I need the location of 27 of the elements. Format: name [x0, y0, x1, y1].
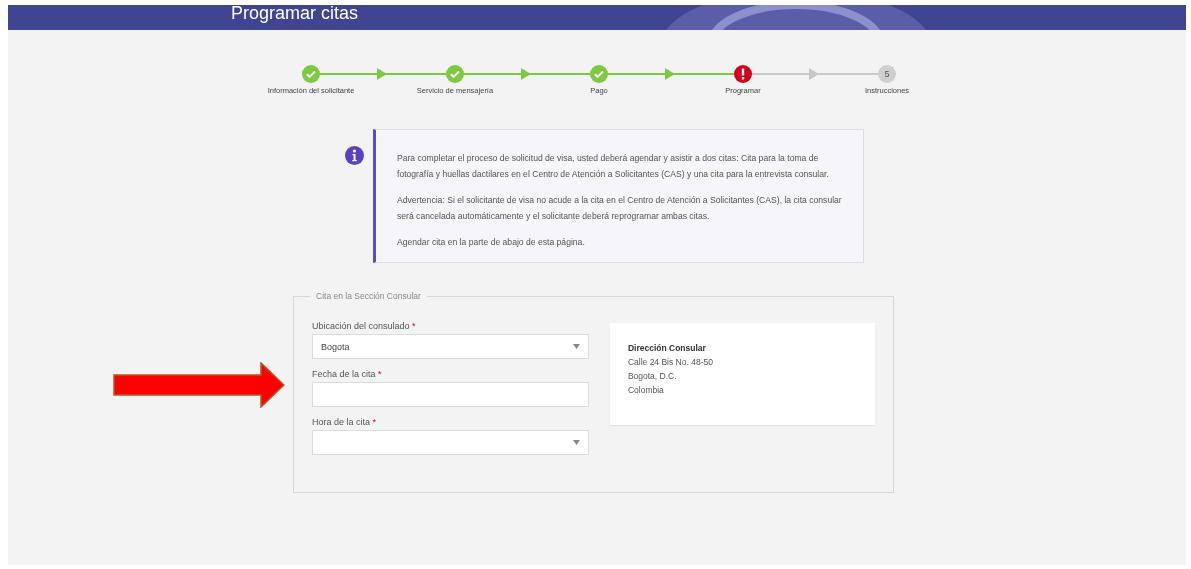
field-label: Ubicación del consulado * [312, 321, 417, 331]
field-label: Fecha de la cita * [312, 369, 383, 379]
check-icon [446, 65, 464, 83]
info-text: Para completar el proceso de solicitud de visa, usted deberá agendar y asistir a dos citas: Cita para la toma de fotografía y huellas dactilares en el Centro de Atención a Solicitantes (CAS) y una cita para la entrevista consular. [397, 152, 830, 181]
info-text: Agendar cita en la parte de abajo de esta página. [397, 236, 586, 249]
section-legend: Cita en la Sección Consular [310, 291, 427, 301]
select-field[interactable]: Bogota [312, 334, 589, 359]
connector-arrow-icon [607, 68, 734, 80]
page-title: Programar citas [231, 5, 359, 21]
field-label: Hora de la cita * [312, 417, 378, 427]
date-field[interactable] [312, 382, 589, 407]
check-icon [302, 65, 320, 83]
info-icon [345, 146, 364, 165]
info-text: Advertencia: Si el solicitante de visa no acude a la cita en el Centro de Atención a Solicitantes (CAS), la cita consular será cancelada automáticamente y el solicitante deberá reprogramar ambas citas. [397, 194, 843, 223]
connector-arrow-icon [751, 68, 878, 80]
connector-arrow-icon [319, 68, 446, 80]
address-line: Bogota, D.C. [627, 371, 678, 381]
check-icon [590, 65, 608, 83]
select-field[interactable] [312, 430, 589, 455]
address-title: Dirección Consular [627, 343, 707, 353]
caret-icon [572, 440, 580, 445]
address-line: Calle 24 Bis No. 48-50 [627, 357, 714, 367]
caret-icon [572, 344, 580, 349]
alert-icon [734, 65, 752, 83]
connector-arrow-icon [463, 68, 590, 80]
step-number: 5 [878, 65, 896, 83]
address-line: Colombia [627, 385, 665, 395]
